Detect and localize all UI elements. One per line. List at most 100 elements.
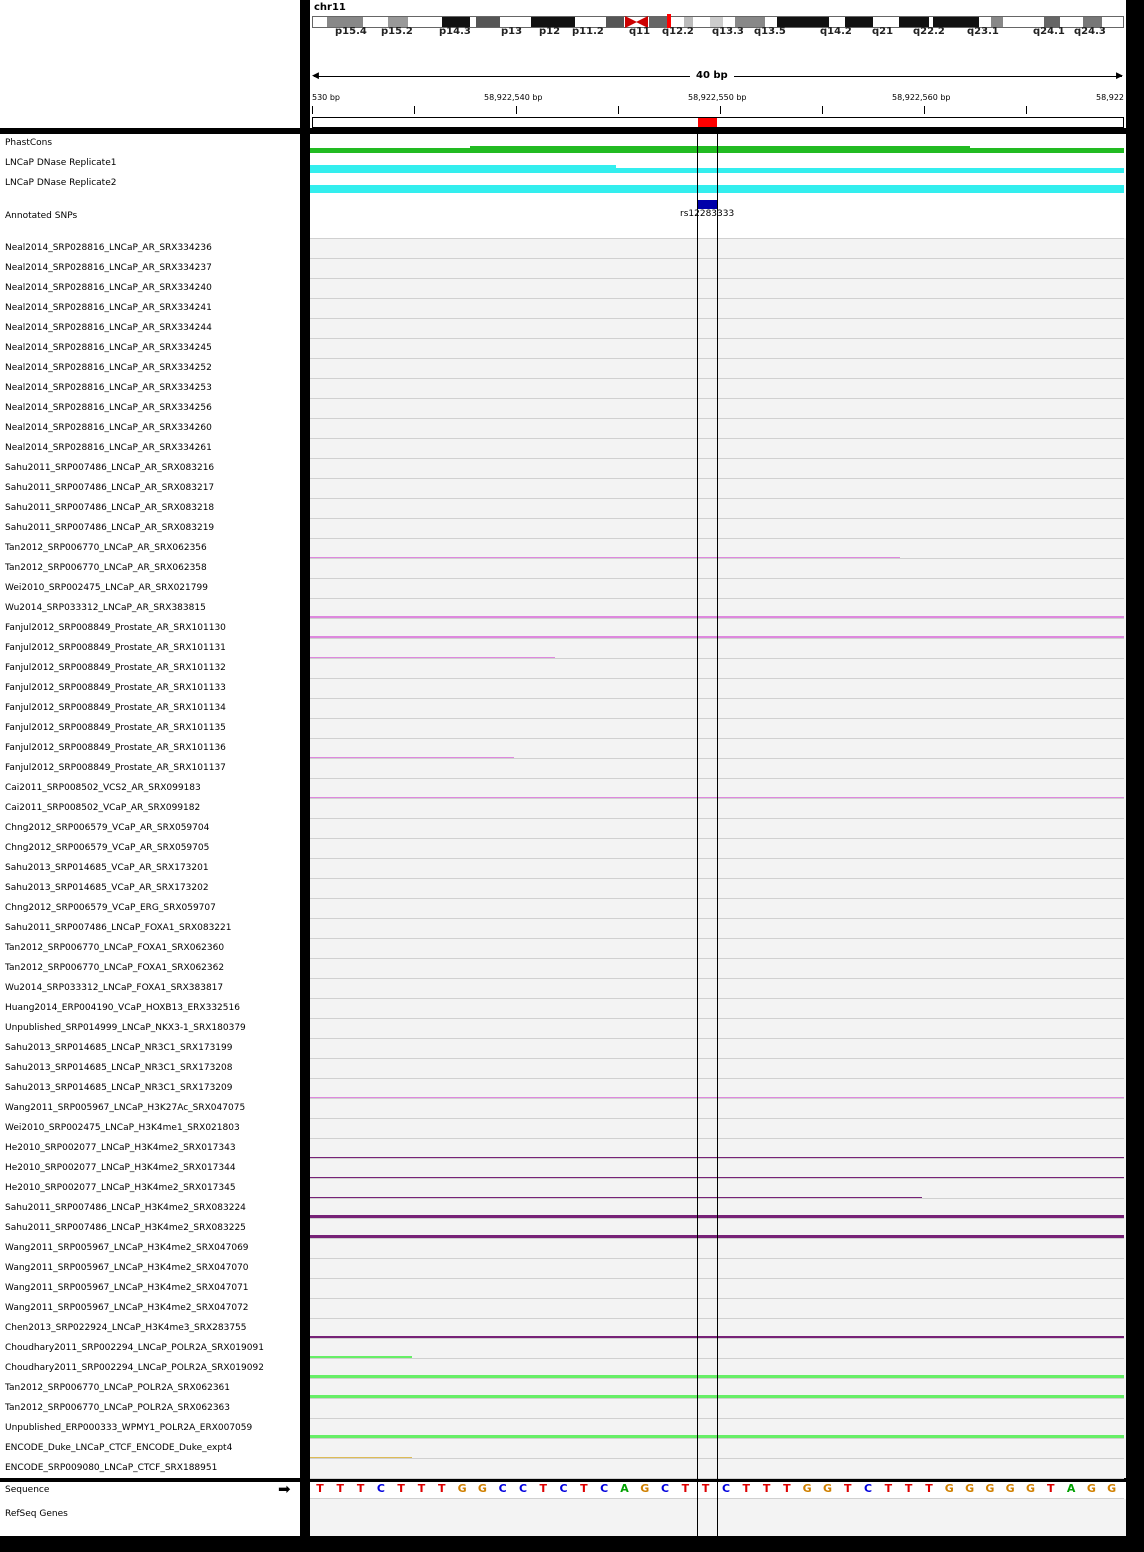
track-label[interactable]: Sahu2011_SRP007486_LNCaP_H3K4me2_SRX0832… [5, 1222, 246, 1234]
track-label[interactable]: Tan2012_SRP006770_LNCaP_FOXA1_SRX062360 [5, 942, 224, 954]
track-label[interactable]: Choudhary2011_SRP002294_LNCaP_POLR2A_SRX… [5, 1342, 264, 1354]
ruler-tick [516, 106, 517, 114]
band-label: q21 [872, 26, 894, 37]
track-label[interactable]: Neal2014_SRP028816_LNCaP_AR_SRX334240 [5, 282, 212, 294]
band-label: q24.3 [1074, 26, 1106, 37]
sequence-base: T [539, 1482, 548, 1495]
track-label[interactable]: Fanjul2012_SRP008849_Prostate_AR_SRX1011… [5, 642, 226, 654]
track-label[interactable]: Neal2014_SRP028816_LNCaP_AR_SRX334244 [5, 322, 212, 334]
ruler-tick [822, 106, 823, 114]
track-label[interactable]: Choudhary2011_SRP002294_LNCaP_POLR2A_SRX… [5, 1362, 264, 1374]
header-panel[interactable]: chr11 p15.4 p15.2 p14.3 p13 p12 p11.2 q11 q12.2… [310, 0, 1126, 128]
track-label[interactable]: Cai2011_SRP008502_VCS2_AR_SRX099183 [5, 782, 201, 794]
span-arrow-right: ▶ [1116, 71, 1123, 81]
track-label[interactable]: ENCODE_Duke_LNCaP_CTCF_ENCODE_Duke_expt4 [5, 1442, 232, 1454]
track-label[interactable]: Annotated SNPs [5, 210, 77, 222]
track-label[interactable]: Wang2011_SRP005967_LNCaP_H3K4me2_SRX0470… [5, 1282, 249, 1294]
track-label[interactable]: Sahu2011_SRP007486_LNCaP_H3K4me2_SRX0832… [5, 1202, 246, 1214]
track-label[interactable]: Fanjul2012_SRP008849_Prostate_AR_SRX1011… [5, 702, 226, 714]
ruler-tick-label: 58,922,560 bp [892, 93, 951, 102]
track-label[interactable]: Fanjul2012_SRP008849_Prostate_AR_SRX1011… [5, 662, 226, 674]
track-label[interactable]: Unpublished_SRP014999_LNCaP_NKX3-1_SRX18… [5, 1022, 246, 1034]
track-label[interactable]: Neal2014_SRP028816_LNCaP_AR_SRX334245 [5, 342, 212, 354]
track-label[interactable]: Cai2011_SRP008502_VCaP_AR_SRX099182 [5, 802, 200, 814]
track-label[interactable]: Sahu2011_SRP007486_LNCaP_FOXA1_SRX083221 [5, 922, 232, 934]
ruler-tick [1026, 106, 1027, 114]
track-label[interactable]: Wu2014_SRP033312_LNCaP_FOXA1_SRX383817 [5, 982, 223, 994]
track-label[interactable]: Wu2014_SRP033312_LNCaP_AR_SRX383815 [5, 602, 206, 614]
band-label: q11 [629, 26, 651, 37]
sequence-base: T [925, 1482, 933, 1495]
track-label[interactable]: Tan2012_SRP006770_LNCaP_AR_SRX062356 [5, 542, 207, 554]
track-label[interactable]: Neal2014_SRP028816_LNCaP_AR_SRX334253 [5, 382, 212, 394]
center-line-right [717, 134, 718, 1536]
sequence-base: T [438, 1482, 446, 1495]
track-label[interactable]: Huang2014_ERP004190_VCaP_HOXB13_ERX33251… [5, 1002, 240, 1014]
sequence-base: T [904, 1482, 913, 1495]
track-label[interactable]: Wang2011_SRP005967_LNCaP_H3K4me2_SRX0470… [5, 1242, 249, 1254]
track-label[interactable]: Fanjul2012_SRP008849_Prostate_AR_SRX1011… [5, 622, 226, 634]
track-label[interactable]: Sahu2011_SRP007486_LNCaP_AR_SRX083219 [5, 522, 214, 534]
track-label[interactable]: Neal2014_SRP028816_LNCaP_AR_SRX334261 [5, 442, 212, 454]
refseq-track-area [310, 1499, 1126, 1536]
track-label[interactable]: Neal2014_SRP028816_LNCaP_AR_SRX334252 [5, 362, 212, 374]
coverage-signal [310, 757, 514, 758]
track-label[interactable]: Sahu2011_SRP007486_LNCaP_AR_SRX083218 [5, 502, 214, 514]
track-label[interactable]: Fanjul2012_SRP008849_Prostate_AR_SRX1011… [5, 762, 226, 774]
sequence-base: G [640, 1482, 650, 1495]
track-label[interactable]: Neal2014_SRP028816_LNCaP_AR_SRX334256 [5, 402, 212, 414]
track-label[interactable]: Sahu2011_SRP007486_LNCaP_AR_SRX083217 [5, 482, 214, 494]
track-label[interactable]: Sahu2013_SRP014685_LNCaP_NR3C1_SRX173208 [5, 1062, 232, 1074]
ruler-tick-label: 58,922 [1096, 93, 1124, 102]
track-label[interactable]: Wang2011_SRP005967_LNCaP_H3K4me2_SRX0470… [5, 1262, 249, 1274]
track-label[interactable]: Wang2011_SRP005967_LNCaP_H3K4me2_SRX0470… [5, 1302, 249, 1314]
track-label[interactable]: ENCODE_SRP009080_LNCaP_CTCF_SRX188951 [5, 1462, 217, 1474]
coverage-signal [310, 1197, 922, 1198]
track-label[interactable]: Chng2012_SRP006579_VCaP_ERG_SRX059707 [5, 902, 216, 914]
track-label[interactable]: Tan2012_SRP006770_LNCaP_POLR2A_SRX062363 [5, 1402, 230, 1414]
track-label[interactable]: He2010_SRP002077_LNCaP_H3K4me2_SRX017343 [5, 1142, 236, 1154]
track-label[interactable]: Chng2012_SRP006579_VCaP_AR_SRX059705 [5, 842, 209, 854]
track-label[interactable]: He2010_SRP002077_LNCaP_H3K4me2_SRX017345 [5, 1182, 236, 1194]
track-label[interactable]: Chng2012_SRP006579_VCaP_AR_SRX059704 [5, 822, 209, 834]
refseq-track-label: RefSeq Genes [5, 1509, 68, 1519]
track-label[interactable]: Wei2010_SRP002475_LNCaP_H3K4me1_SRX02180… [5, 1122, 240, 1134]
track-label[interactable]: He2010_SRP002077_LNCaP_H3K4me2_SRX017344 [5, 1162, 236, 1174]
data-panel[interactable]: rs12283333 [310, 134, 1126, 1479]
sequence-base: T [884, 1482, 893, 1495]
track-label[interactable]: Wang2011_SRP005967_LNCaP_H3K27Ac_SRX0470… [5, 1102, 245, 1114]
track-label[interactable]: Fanjul2012_SRP008849_Prostate_AR_SRX1011… [5, 682, 226, 694]
feature-data-panel[interactable]: TTTCTTTGGCCTCTCAGCTTCTTTGGTCTTTGGGGGTAGG [310, 1482, 1126, 1536]
track-label[interactable]: Tan2012_SRP006770_LNCaP_POLR2A_SRX062361 [5, 1382, 230, 1394]
track-label[interactable]: Fanjul2012_SRP008849_Prostate_AR_SRX1011… [5, 742, 226, 754]
track-names-panel[interactable]: PhastCons LNCaP DNase Replicate1 LNCaP DNa… [0, 134, 300, 1478]
ruler-tick-label: 58,922,550 bp [688, 93, 747, 102]
track-label[interactable]: Neal2014_SRP028816_LNCaP_AR_SRX334236 [5, 242, 212, 254]
track-label[interactable]: Chen2013_SRP022924_LNCaP_H3K4me3_SRX2837… [5, 1322, 247, 1334]
track-label[interactable]: PhastCons [5, 137, 52, 149]
track-label[interactable]: Unpublished_ERP000333_WPMY1_POLR2A_ERX00… [5, 1422, 252, 1434]
track-label[interactable]: Neal2014_SRP028816_LNCaP_AR_SRX334260 [5, 422, 212, 434]
strand-arrow-icon[interactable]: ➡ [278, 1480, 291, 1498]
track-label[interactable]: Sahu2013_SRP014685_LNCaP_NR3C1_SRX173209 [5, 1082, 232, 1094]
coverage-signal [1000, 1337, 1124, 1338]
ruler-tick [312, 106, 313, 114]
track-label[interactable]: Sahu2013_SRP014685_VCaP_AR_SRX173202 [5, 882, 209, 894]
track-label[interactable]: Neal2014_SRP028816_LNCaP_AR_SRX334237 [5, 262, 212, 274]
region-of-interest-bar[interactable] [312, 117, 1124, 128]
sequence-base: T [681, 1482, 690, 1495]
track-label[interactable]: LNCaP DNase Replicate2 [5, 177, 116, 189]
sequence-base: T [580, 1482, 588, 1495]
track-label[interactable]: Sahu2013_SRP014685_VCaP_AR_SRX173201 [5, 862, 209, 874]
roi-marker[interactable] [698, 118, 717, 127]
track-label[interactable]: Sahu2011_SRP007486_LNCaP_AR_SRX083216 [5, 462, 214, 474]
track-label[interactable]: Fanjul2012_SRP008849_Prostate_AR_SRX1011… [5, 722, 226, 734]
coverage-signal [572, 1177, 738, 1178]
track-label[interactable]: LNCaP DNase Replicate1 [5, 157, 116, 169]
track-label[interactable]: Tan2012_SRP006770_LNCaP_FOXA1_SRX062362 [5, 962, 224, 974]
track-label[interactable]: Sahu2013_SRP014685_LNCaP_NR3C1_SRX173199 [5, 1042, 232, 1054]
track-label[interactable]: Tan2012_SRP006770_LNCaP_AR_SRX062358 [5, 562, 207, 574]
snp-feature[interactable] [698, 200, 717, 209]
track-label[interactable]: Neal2014_SRP028816_LNCaP_AR_SRX334241 [5, 302, 212, 314]
track-label[interactable]: Wei2010_SRP002475_LNCaP_AR_SRX021799 [5, 582, 208, 594]
